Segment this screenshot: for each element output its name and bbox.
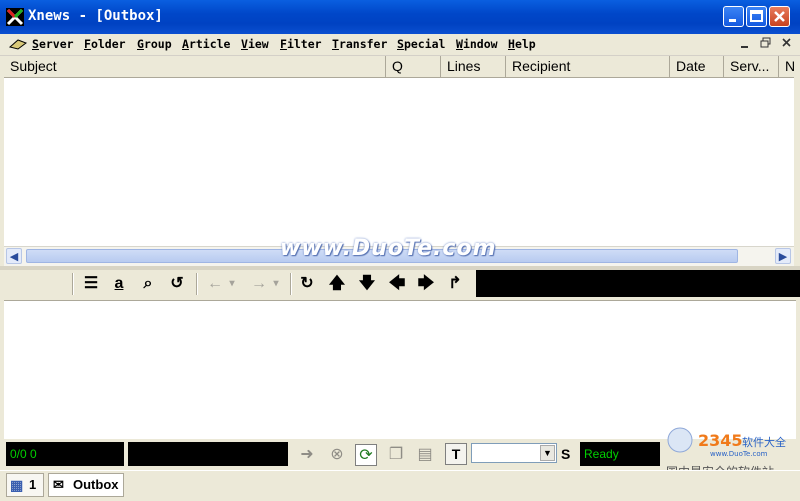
threads-icon[interactable]: ☰	[80, 273, 102, 295]
font-a-icon[interactable]: a	[108, 273, 130, 295]
window-title: Xnews - [Outbox]	[28, 8, 163, 24]
arrow-down-icon[interactable]: 🡇	[356, 273, 378, 295]
mdi-restore-icon[interactable]	[760, 37, 772, 49]
minimize-icon	[729, 19, 736, 22]
arrow-up-icon[interactable]: 🡅	[326, 273, 348, 295]
toolbar-separator	[290, 273, 292, 295]
arrow-right-icon[interactable]: 🡆	[415, 273, 437, 295]
forward-dropdown-icon[interactable]: ▾	[270, 273, 282, 295]
column-q[interactable]: Q	[386, 56, 441, 77]
goto-next-icon[interactable]: ↻	[296, 273, 318, 295]
status-dropdown[interactable]: ▼	[471, 443, 557, 463]
jump-icon[interactable]: ↱	[444, 273, 466, 295]
stop-icon[interactable]: ⊗	[326, 444, 348, 466]
back-icon[interactable]: ←	[204, 273, 226, 295]
menu-view[interactable]: View	[241, 37, 269, 51]
rot13-icon[interactable]: ↺	[166, 273, 188, 295]
s-label: S	[561, 446, 571, 462]
column-server[interactable]: Serv...	[724, 56, 779, 77]
column-n[interactable]: N	[779, 56, 794, 77]
mdi-minimize-icon[interactable]	[740, 39, 750, 49]
column-subject[interactable]: Subject	[4, 56, 386, 77]
scroll-left-button[interactable]: ◀	[6, 248, 22, 264]
paste-icon[interactable]: ▤	[414, 444, 436, 466]
svg-text:软件大全: 软件大全	[742, 435, 786, 449]
svg-text:2345: 2345	[698, 431, 743, 450]
status-counter: 0/0 0	[6, 442, 124, 466]
task-counter[interactable]: ▦ 1	[6, 473, 44, 497]
task-outbox-label: Outbox	[73, 477, 119, 492]
column-lines[interactable]: Lines	[441, 56, 506, 77]
maximize-button[interactable]	[746, 6, 767, 27]
article-list[interactable]	[4, 78, 794, 246]
refresh-icon[interactable]: ⟳	[355, 444, 377, 466]
menu-window[interactable]: Window	[456, 37, 498, 51]
status-ready: Ready	[580, 442, 660, 466]
menu-group[interactable]: Group	[137, 37, 172, 51]
back-dropdown-icon[interactable]: ▾	[226, 273, 238, 295]
mdi-close-icon[interactable]	[781, 37, 793, 49]
status-progress-panel	[128, 442, 288, 466]
send-icon[interactable]: ➜	[296, 444, 318, 466]
forward-icon[interactable]: →	[248, 273, 270, 295]
xnews-logo-icon	[6, 8, 24, 26]
menu-bar: Server Folder Group Article View Filter …	[0, 34, 800, 56]
arrow-left-icon[interactable]: 🡄	[386, 273, 408, 295]
column-recipient[interactable]: Recipient	[506, 56, 670, 77]
toolbar-separator	[72, 273, 74, 295]
close-button[interactable]	[769, 6, 790, 27]
article-list-header: Subject Q Lines Recipient Date Serv... N	[4, 56, 794, 78]
menu-filter[interactable]: Filter	[280, 37, 322, 51]
scroll-right-button[interactable]: ▶	[775, 248, 791, 264]
windows-icon: ▦	[10, 477, 24, 493]
toolbar-info-panel	[476, 270, 800, 297]
outbox-icon: ✉	[53, 477, 64, 492]
decode-icon[interactable]: ⌕	[137, 273, 159, 295]
toolbar-separator	[196, 273, 198, 295]
task-outbox[interactable]: ✉ Outbox	[48, 473, 124, 497]
chevron-down-icon[interactable]: ▼	[540, 445, 555, 461]
minimize-button[interactable]	[723, 6, 744, 27]
maximize-icon	[750, 10, 763, 22]
task-count: 1	[29, 477, 37, 492]
close-icon	[774, 11, 785, 22]
article-preview[interactable]	[4, 300, 796, 439]
column-date[interactable]: Date	[670, 56, 724, 77]
menu-help[interactable]: Help	[508, 37, 536, 51]
watermark: www.DuoTe.com	[280, 236, 497, 261]
copy-icon[interactable]: ❐	[385, 444, 407, 466]
menu-folder[interactable]: Folder	[84, 37, 126, 51]
t-toggle-button[interactable]: T	[445, 443, 467, 465]
menu-article[interactable]: Article	[182, 37, 230, 51]
brand-site: www.DuoTe.com	[710, 450, 768, 458]
menu-server[interactable]: Server	[32, 37, 74, 51]
menu-transfer[interactable]: Transfer	[332, 37, 387, 51]
menu-special[interactable]: Special	[397, 37, 445, 51]
server-menu-icon[interactable]	[8, 37, 28, 51]
